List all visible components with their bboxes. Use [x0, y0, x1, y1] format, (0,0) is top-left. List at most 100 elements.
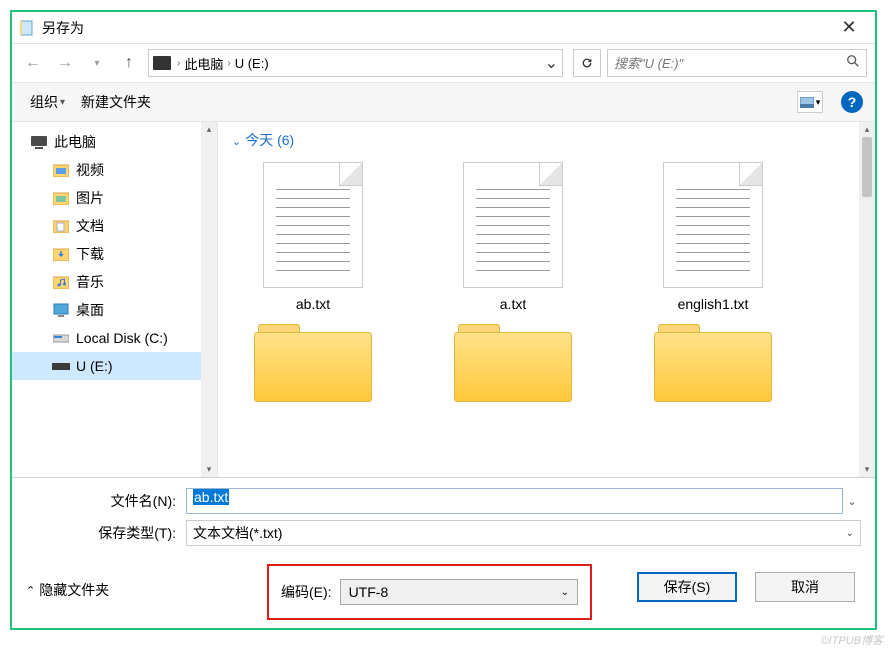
text-file-icon	[463, 162, 563, 288]
nav-row: ← → ▾ ↑ › 此电脑 › U (E:) ⌄	[12, 44, 875, 82]
up-button[interactable]: ↑	[116, 50, 142, 76]
text-file-icon	[663, 162, 763, 288]
tree-item-label: U (E:)	[76, 358, 113, 374]
tree-item-downloads[interactable]: 下载	[12, 240, 217, 268]
breadcrumb-segment[interactable]: U (E:)	[235, 56, 269, 71]
hide-folders-toggle[interactable]: ⌃ 隐藏文件夹	[26, 580, 109, 600]
encoding-combo[interactable]: UTF-8 ⌄	[340, 579, 578, 605]
filetype-combo[interactable]: 文本文档(*.txt) ⌄	[186, 520, 861, 546]
chevron-up-icon: ⌃	[26, 584, 35, 597]
breadcrumb-segment[interactable]: 此电脑	[184, 54, 223, 73]
encoding-highlight: 编码(E): UTF-8⌄	[267, 564, 592, 620]
tree-item-videos[interactable]: 视频	[12, 156, 217, 184]
drive-icon	[52, 330, 70, 346]
filetype-value: 文本文档(*.txt)	[193, 523, 282, 543]
scroll-down-icon[interactable]: ▾	[207, 464, 212, 475]
dialog-title: 另存为	[42, 18, 829, 38]
hide-folders-label: 隐藏文件夹	[39, 580, 109, 600]
new-folder-button[interactable]: 新建文件夹	[75, 88, 157, 116]
watermark: ©ITPUB博客	[821, 632, 884, 648]
nav-tree: 此电脑 视频 图片 文档 下载 音乐 桌面 Local Disk (C:) U …	[12, 122, 218, 477]
toolbar: 组织▾ 新建文件夹 ▾ ?	[12, 82, 875, 122]
scroll-down-icon[interactable]: ▾	[865, 464, 870, 475]
tree-item-label: 桌面	[76, 300, 104, 320]
tree-item-label: 音乐	[76, 272, 104, 292]
bottom-bar: ⌃隐藏文件夹 编码(E): UTF-8⌄ 保存(S) 取消	[12, 558, 875, 628]
file-item[interactable]: a.txt	[448, 162, 578, 312]
notepad-icon	[18, 19, 36, 37]
chevron-down-icon: ⌄	[561, 587, 569, 598]
tree-item-pictures[interactable]: 图片	[12, 184, 217, 212]
pc-icon	[30, 134, 48, 150]
chevron-down-icon: ⌄	[846, 528, 854, 539]
scroll-up-icon[interactable]: ▴	[865, 124, 870, 135]
address-dropdown-icon[interactable]: ⌄	[545, 53, 558, 73]
recent-dropdown-icon[interactable]: ▾	[84, 50, 110, 76]
filename-label: 文件名(N):	[26, 491, 186, 511]
tree-item-label: 图片	[76, 188, 104, 208]
folder-icon	[52, 246, 70, 262]
filename-input[interactable]: ab.txt	[186, 488, 843, 514]
chevron-down-icon: ▾	[816, 97, 821, 108]
file-name: english1.txt	[678, 296, 749, 312]
pc-icon	[153, 56, 171, 70]
tree-item-drive-c[interactable]: Local Disk (C:)	[12, 324, 217, 352]
tree-item-label: 下载	[76, 244, 104, 264]
view-button[interactable]: ▾	[797, 91, 823, 113]
group-label: 今天 (6)	[245, 132, 294, 148]
refresh-button[interactable]	[573, 49, 601, 77]
tree-item-this-pc[interactable]: 此电脑	[12, 128, 217, 156]
organize-button[interactable]: 组织▾	[24, 88, 71, 116]
tree-scrollbar[interactable]: ▴▾	[201, 122, 217, 477]
folder-item[interactable]	[248, 322, 378, 402]
tree-item-label: 视频	[76, 160, 104, 180]
filetype-label: 保存类型(T):	[26, 523, 186, 543]
tree-item-drive-e[interactable]: U (E:)▾	[12, 352, 217, 380]
body-area: 此电脑 视频 图片 文档 下载 音乐 桌面 Local Disk (C:) U …	[12, 122, 875, 478]
folder-icon	[52, 218, 70, 234]
folder-icon	[52, 190, 70, 206]
close-button[interactable]: ✕	[829, 17, 869, 38]
address-bar[interactable]: › 此电脑 › U (E:) ⌄	[148, 49, 563, 77]
search-input[interactable]	[614, 56, 846, 71]
folder-item[interactable]	[648, 322, 778, 402]
scroll-up-icon[interactable]: ▴	[207, 124, 212, 135]
tree-item-label: 此电脑	[54, 132, 96, 152]
filename-dropdown-icon[interactable]: ⌄	[843, 495, 861, 508]
text-file-icon	[263, 162, 363, 288]
chevron-down-icon: ⌄	[232, 136, 241, 148]
search-icon[interactable]	[846, 54, 860, 73]
tree-item-desktop[interactable]: 桌面	[12, 296, 217, 324]
cancel-button[interactable]: 取消	[755, 572, 855, 602]
group-header[interactable]: ⌄ 今天 (6)	[218, 122, 875, 152]
search-box[interactable]	[607, 49, 867, 77]
folder-item[interactable]	[448, 322, 578, 402]
folder-icon	[52, 162, 70, 178]
form-area: 文件名(N): ab.txt ⌄ 保存类型(T): 文本文档(*.txt) ⌄	[12, 478, 875, 558]
file-item[interactable]: english1.txt	[648, 162, 778, 312]
forward-button[interactable]: →	[52, 50, 78, 76]
desktop-icon	[52, 302, 70, 318]
tree-item-label: 文档	[76, 216, 104, 236]
chevron-right-icon[interactable]: ›	[177, 58, 180, 69]
file-item[interactable]: ab.txt	[248, 162, 378, 312]
file-name: a.txt	[500, 296, 526, 312]
titlebar: 另存为 ✕	[12, 12, 875, 44]
folder-icon	[52, 274, 70, 290]
tree-item-music[interactable]: 音乐	[12, 268, 217, 296]
save-button[interactable]: 保存(S)	[637, 572, 737, 602]
filename-value: ab.txt	[193, 489, 229, 505]
tree-item-label: Local Disk (C:)	[76, 330, 168, 346]
content-scrollbar[interactable]: ▴ ▾	[859, 122, 875, 477]
tree-item-documents[interactable]: 文档	[12, 212, 217, 240]
back-button[interactable]: ←	[20, 50, 46, 76]
save-as-dialog: 另存为 ✕ ← → ▾ ↑ › 此电脑 › U (E:) ⌄ 组织▾ 新建文件夹	[10, 10, 877, 630]
scrollbar-thumb[interactable]	[862, 137, 872, 197]
chevron-right-icon[interactable]: ›	[227, 58, 230, 69]
file-name: ab.txt	[296, 296, 330, 312]
encoding-value: UTF-8	[349, 584, 389, 600]
drive-icon	[52, 358, 70, 374]
help-button[interactable]: ?	[841, 91, 863, 113]
chevron-down-icon: ▾	[60, 97, 65, 108]
file-list: ⌄ 今天 (6) ab.txt a.txt english1.txt	[218, 122, 875, 477]
